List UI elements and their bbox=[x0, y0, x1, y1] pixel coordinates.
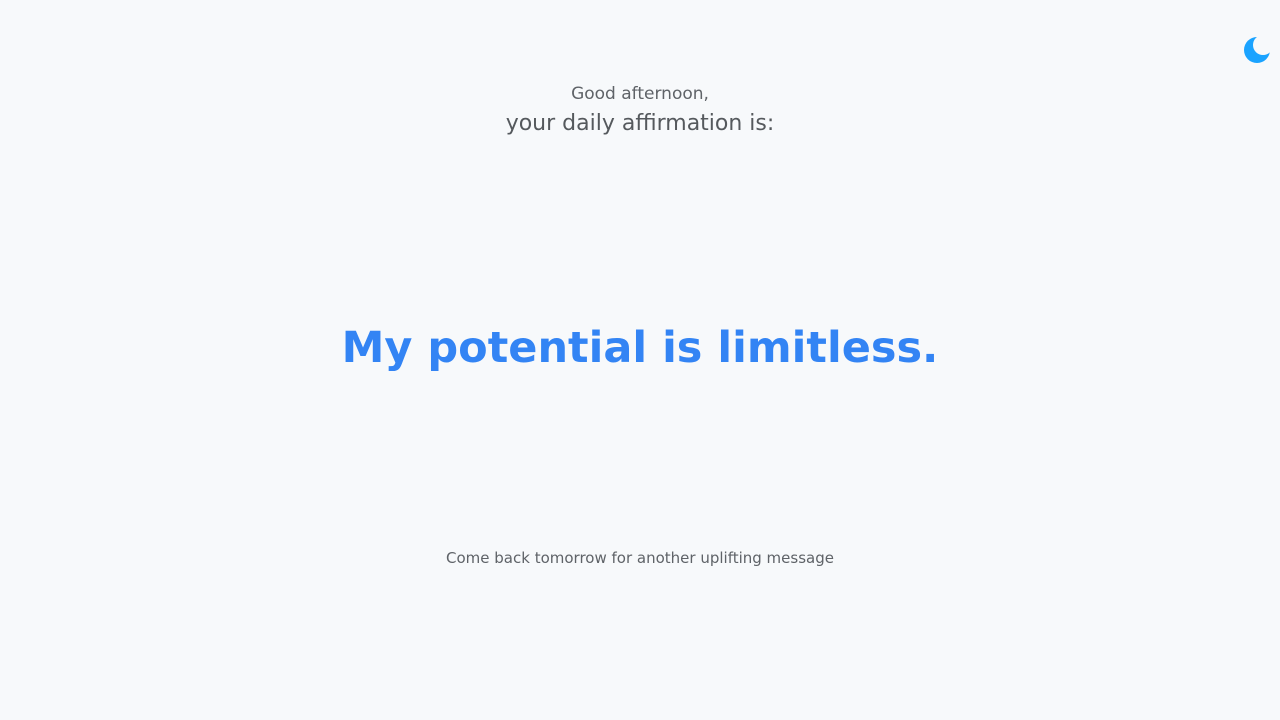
affirmation-intro: your daily affirmation is: bbox=[505, 111, 775, 136]
return-message: Come back tomorrow for another uplifting… bbox=[446, 549, 834, 567]
daily-affirmation: My potential is limitless. bbox=[341, 323, 939, 373]
greeting-text: Good afternoon, bbox=[571, 84, 709, 104]
moon-icon bbox=[1242, 35, 1272, 65]
theme-toggle-button[interactable] bbox=[1242, 35, 1272, 65]
